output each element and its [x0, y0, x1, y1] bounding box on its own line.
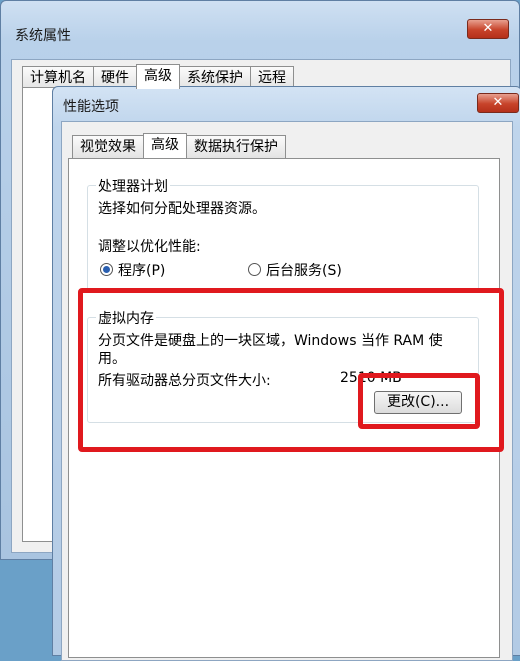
performance-options-tabs: 视觉效果 高级 数据执行保护 — [72, 133, 286, 159]
paging-file-description: 分页文件是硬盘上的一块区域，Windows 当作 RAM 使 — [98, 333, 443, 349]
virtual-memory-group: 虚拟内存 分页文件是硬盘上的一块区域，Windows 当作 RAM 使 用。 所… — [87, 308, 479, 423]
tab-data-execution-prevention[interactable]: 数据执行保护 — [186, 135, 286, 158]
adjust-label: 调整以优化性能: — [98, 239, 201, 255]
programs-radio[interactable] — [100, 263, 113, 276]
processor-scheduling-group: 处理器计划 选择如何分配处理器资源。 调整以优化性能: 程序(P) 后台服务(S… — [87, 176, 479, 291]
dialog-title: 性能选项 — [63, 99, 119, 115]
group-title: 虚拟内存 — [96, 308, 156, 328]
total-paging-size-value: 2510 MB — [340, 370, 402, 386]
programs-label[interactable]: 程序(P) — [118, 260, 165, 280]
background-services-radio[interactable] — [248, 263, 261, 276]
paging-file-description-cont: 用。 — [98, 351, 126, 367]
change-button[interactable]: 更改(C)... — [374, 391, 462, 414]
tab-advanced[interactable]: 高级 — [143, 133, 187, 158]
background-services-label[interactable]: 后台服务(S) — [266, 260, 342, 280]
close-icon: ✕ — [492, 95, 504, 110]
processor-description: 选择如何分配处理器资源。 — [98, 201, 266, 217]
system-properties-tabs: 计算机名 硬件 高级 系统保护 远程 — [22, 64, 294, 89]
advanced-tab-page: 处理器计划 选择如何分配处理器资源。 调整以优化性能: 程序(P) 后台服务(S… — [68, 158, 500, 658]
dialog-close-button[interactable]: ✕ — [477, 93, 519, 113]
close-button[interactable]: ✕ — [467, 19, 509, 39]
total-paging-size-label: 所有驱动器总分页文件大小: — [98, 373, 271, 389]
window-title: 系统属性 — [15, 28, 71, 44]
tab-visual-effects[interactable]: 视觉效果 — [72, 135, 144, 158]
group-title: 处理器计划 — [96, 176, 170, 196]
close-icon: ✕ — [482, 21, 494, 36]
tab-advanced[interactable]: 高级 — [136, 64, 180, 89]
